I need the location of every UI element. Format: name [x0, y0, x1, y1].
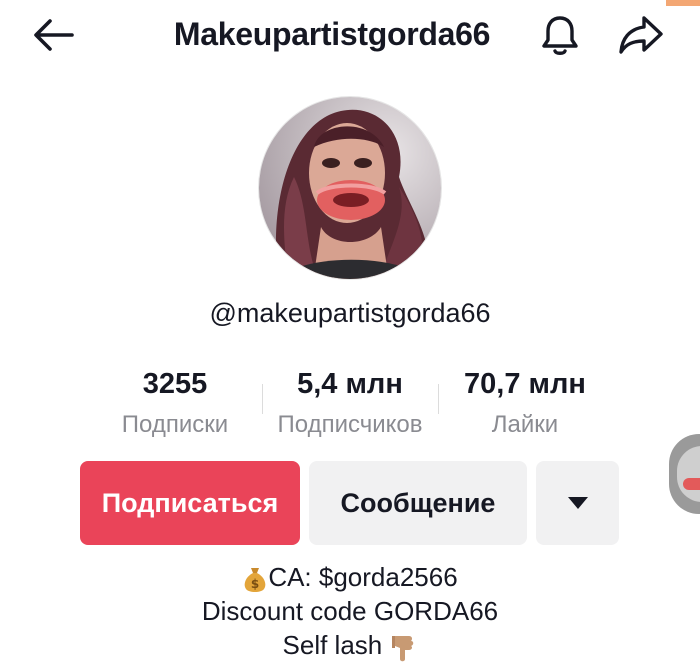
bio-line-lash: Self lash — [100, 628, 600, 662]
svg-text:$: $ — [251, 577, 259, 591]
share-button[interactable] — [613, 10, 669, 60]
more-options-button[interactable] — [536, 461, 619, 545]
page-title: Makeupartistgorda66 — [173, 16, 491, 52]
stats-divider — [262, 384, 263, 414]
back-button[interactable] — [28, 12, 78, 58]
followers-count: 5,4 млн — [297, 368, 403, 400]
likes-count: 70,7 млн — [464, 368, 586, 400]
avatar[interactable] — [258, 96, 442, 280]
arrow-left-icon — [34, 19, 74, 51]
stat-followers[interactable]: 5,4 млн Подписчиков — [265, 366, 435, 440]
bell-icon — [542, 16, 578, 55]
following-label: Подписки — [121, 411, 229, 438]
stat-likes[interactable]: 70,7 млн Лайки — [440, 366, 610, 440]
caret-down-icon — [567, 497, 588, 509]
stat-following[interactable]: 3255 Подписки — [90, 366, 260, 440]
share-arrow-icon — [619, 16, 663, 54]
bio-line-discount: Discount code GORDA66 — [201, 596, 499, 626]
follow-button[interactable]: Подписаться — [80, 461, 300, 545]
likes-label: Лайки — [491, 411, 559, 438]
bio-line-ca: $ CA: $gorda2566 — [100, 560, 600, 594]
stats-divider — [438, 384, 439, 414]
money-bag-icon: $ — [244, 568, 266, 593]
bio-ca-text: CA: $gorda2566 — [268, 562, 458, 592]
avatar-photo — [259, 97, 441, 279]
message-button[interactable]: Сообщение — [309, 461, 527, 545]
pointing-down-icon — [392, 636, 414, 662]
followers-label: Подписчиков — [277, 411, 423, 438]
profile-stats: 3255 Подписки 5,4 млн Подписчиков 70,7 м… — [110, 366, 600, 442]
notifications-button[interactable] — [532, 10, 588, 60]
floating-video-bubble[interactable] — [669, 434, 700, 514]
profile-bio: $ CA: $gorda2566 Discount code GORDA66 S… — [100, 560, 600, 662]
bubble-thumbnail — [677, 446, 700, 502]
profile-handle: @makeupartistgorda66 — [209, 298, 491, 328]
following-count: 3255 — [142, 368, 208, 400]
bio-lash-text: Self lash — [282, 630, 383, 660]
profile-header: Makeupartistgorda66 — [0, 0, 700, 70]
bubble-thumbnail-accent — [683, 478, 700, 490]
